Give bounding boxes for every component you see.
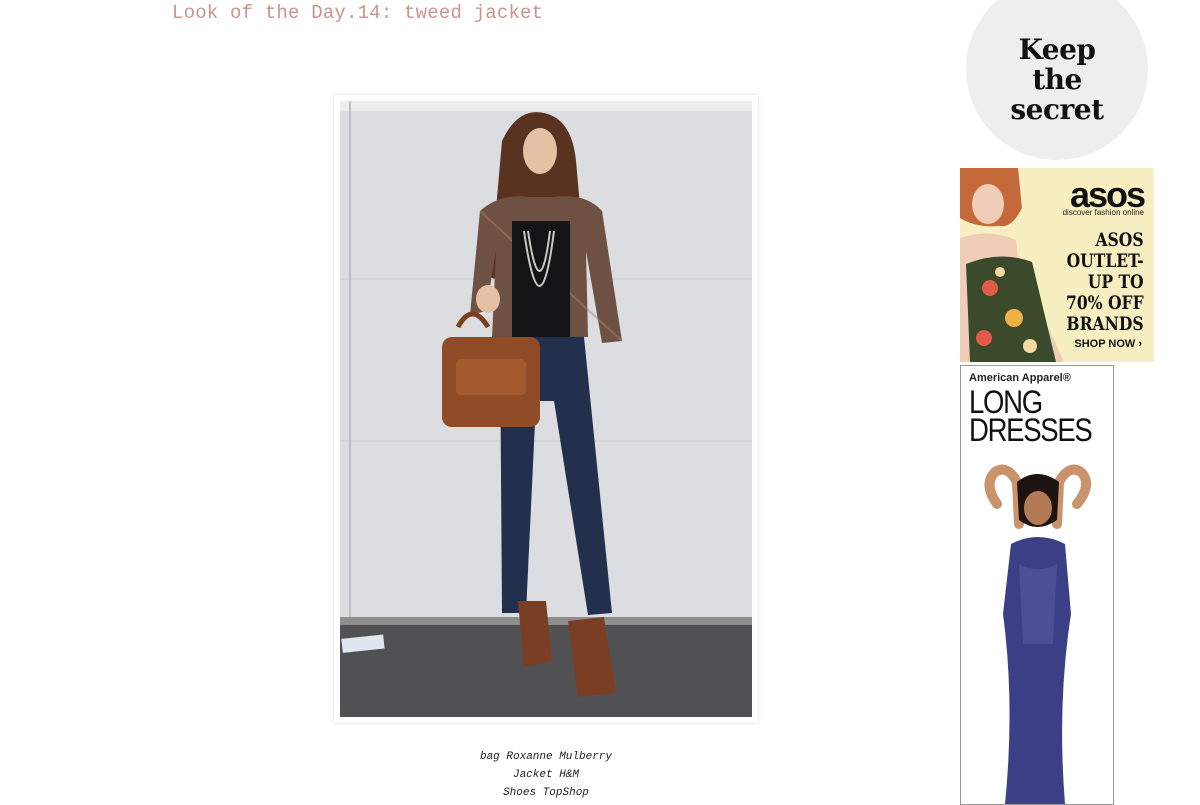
asos-headline: ASOS OUTLET- UP TO 70% OFF BRANDS xyxy=(1066,230,1144,335)
asos-headline-line: BRANDS xyxy=(1066,313,1144,335)
asos-headline-line: UP TO xyxy=(1088,271,1144,293)
outfit-photo-illustration xyxy=(340,101,752,717)
look-photo-frame xyxy=(334,95,758,723)
outfit-credits: bag Roxanne Mulberry Jacket H&M Shoes To… xyxy=(436,748,656,802)
dress-model-image xyxy=(984,464,1092,804)
asos-headline-line: OUTLET- xyxy=(1066,250,1144,272)
keep-the-secret-badge[interactable]: Keep the secret xyxy=(966,0,1148,160)
asos-headline-line: 70% OFF xyxy=(1066,292,1144,314)
asos-ad-banner[interactable]: asos discover fashion online ASOS OUTLET… xyxy=(960,168,1154,362)
asos-tagline: discover fashion online xyxy=(1062,208,1144,217)
credit-jacket: Jacket H&M xyxy=(512,769,579,781)
credit-shoes: Shoes TopShop xyxy=(503,787,589,799)
american-apparel-ad-banner[interactable]: American Apparel® LONG DRESSES xyxy=(960,365,1114,805)
asos-shop-now-button[interactable]: SHOP NOW › xyxy=(1074,338,1142,350)
badge-line: the xyxy=(1032,63,1082,96)
badge-line: Keep xyxy=(1018,33,1096,66)
post-title-link[interactable]: Look of the Day.14: tweed jacket xyxy=(172,2,543,24)
long-dresses-headline: LONG DRESSES xyxy=(969,386,1093,448)
aa-headline-line: DRESSES xyxy=(969,412,1093,448)
badge-line: secret xyxy=(1010,93,1104,126)
american-apparel-brand: American Apparel® xyxy=(969,372,1071,384)
credit-bag: bag Roxanne Mulberry xyxy=(479,751,613,763)
asos-headline-line: ASOS xyxy=(1095,229,1144,251)
look-photo xyxy=(340,101,752,717)
